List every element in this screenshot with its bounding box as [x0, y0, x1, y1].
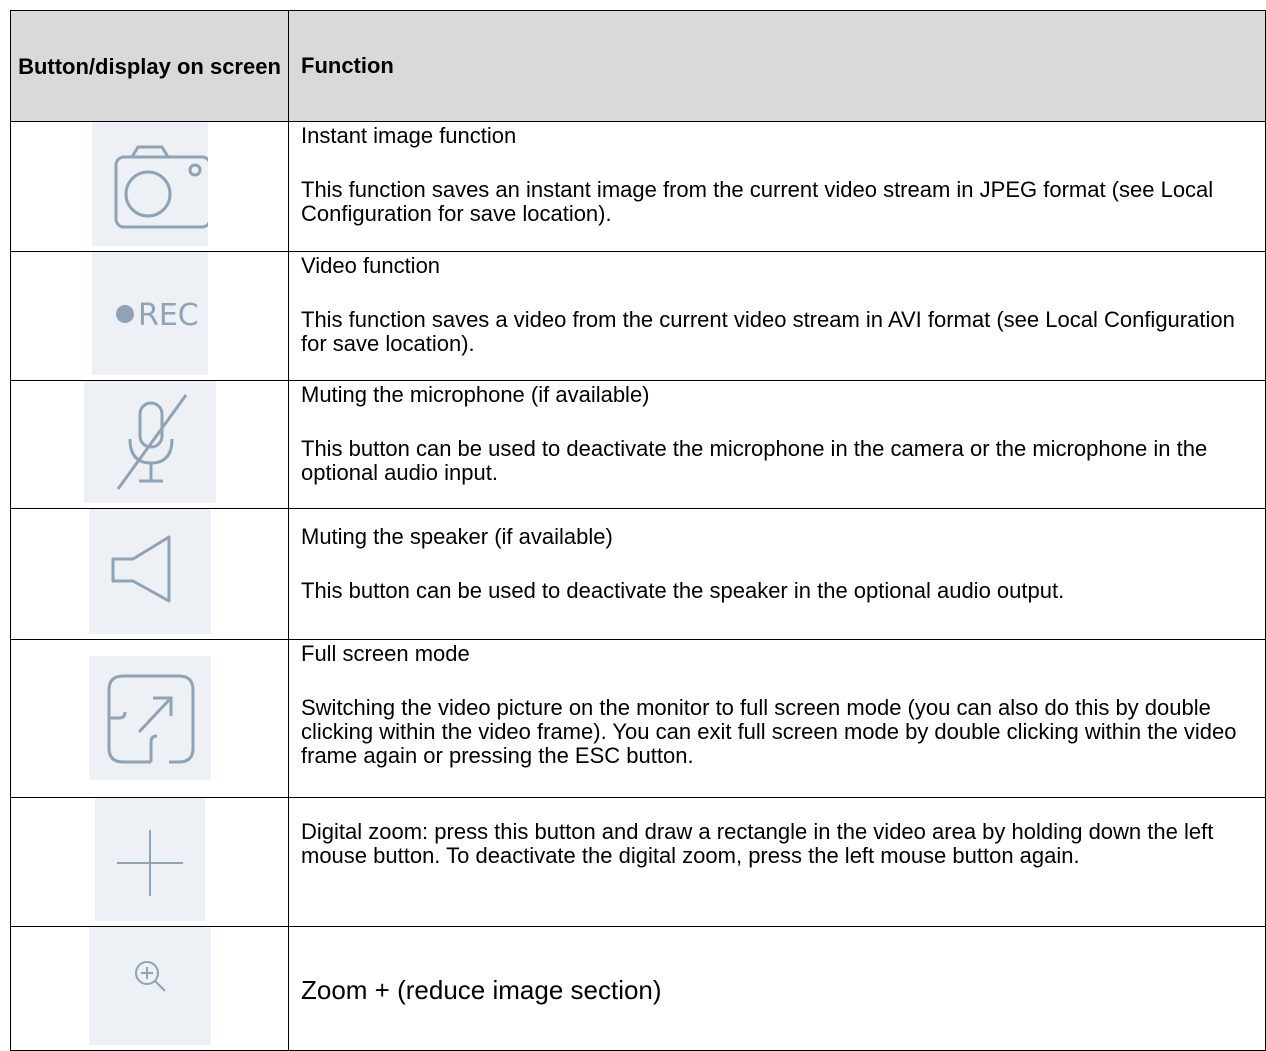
header-function: Function [288, 10, 1266, 122]
record-button[interactable]: REC [91, 252, 208, 375]
function-title: Muting the microphone (if available) [301, 382, 650, 407]
function-description: This function saves an instant image fro… [301, 177, 1214, 226]
table-row: Digital zoom: press this button and draw… [10, 797, 1266, 927]
camera-icon [114, 145, 208, 229]
record-icon: REC [115, 298, 199, 333]
function-table: Button/display on screen Function Instan… [10, 10, 1266, 1051]
function-title: Video function [301, 253, 441, 278]
function-title: Full screen mode [301, 641, 470, 666]
table-row: Instant image function This function sav… [10, 121, 1266, 252]
function-title: Muting the speaker (if available) [301, 524, 613, 549]
rec-label: REC [138, 298, 199, 333]
microphone-muted-icon [116, 394, 187, 490]
function-cell: Muting the microphone (if available) Thi… [288, 380, 1266, 509]
icon-cell [10, 797, 289, 927]
fullscreen-icon [107, 674, 194, 764]
speaker-icon [111, 535, 170, 603]
table-row: Full screen mode Switching the video pic… [10, 639, 1266, 798]
icon-cell [10, 508, 289, 640]
mute-speaker-button[interactable] [88, 509, 211, 634]
function-cell: Full screen mode Switching the video pic… [288, 639, 1266, 798]
function-cell: Video function This function saves a vid… [288, 251, 1266, 381]
mute-microphone-button[interactable] [83, 381, 216, 503]
icon-cell [10, 121, 289, 252]
zoom-in-button[interactable] [88, 927, 211, 1045]
function-cell: Zoom + (reduce image section) [288, 926, 1266, 1051]
crosshair-icon [116, 830, 183, 896]
function-description: Digital zoom: press this button and draw… [301, 819, 1214, 868]
table-row: REC Video function This function saves a… [10, 251, 1266, 381]
icon-cell: REC [10, 251, 289, 381]
table-row: Zoom + (reduce image section) [10, 926, 1266, 1051]
function-cell: Muting the speaker (if available) This b… [288, 508, 1266, 640]
icon-cell [10, 380, 289, 509]
function-cell: Digital zoom: press this button and draw… [288, 797, 1266, 927]
zoom-in-icon [134, 961, 166, 992]
function-description: This button can be used to deactivate th… [301, 578, 1065, 603]
table-row: Muting the microphone (if available) Thi… [10, 380, 1266, 509]
icon-cell [10, 639, 289, 798]
icon-cell [10, 926, 289, 1051]
function-description: Switching the video picture on the monit… [301, 695, 1237, 768]
function-cell: Instant image function This function sav… [288, 121, 1266, 252]
function-title: Instant image function [301, 123, 517, 148]
camera-button[interactable] [91, 122, 208, 246]
function-description: This button can be used to deactivate th… [301, 436, 1208, 485]
fullscreen-button[interactable] [88, 656, 211, 780]
function-description: Zoom + (reduce image section) [301, 974, 662, 1005]
function-description: This function saves a video from the cur… [301, 307, 1235, 356]
header-button-display: Button/display on screen [10, 10, 289, 122]
digital-zoom-button[interactable] [94, 798, 205, 921]
table-row: Muting the speaker (if available) This b… [10, 508, 1266, 640]
table-header-row: Button/display on screen Function [10, 10, 1266, 122]
